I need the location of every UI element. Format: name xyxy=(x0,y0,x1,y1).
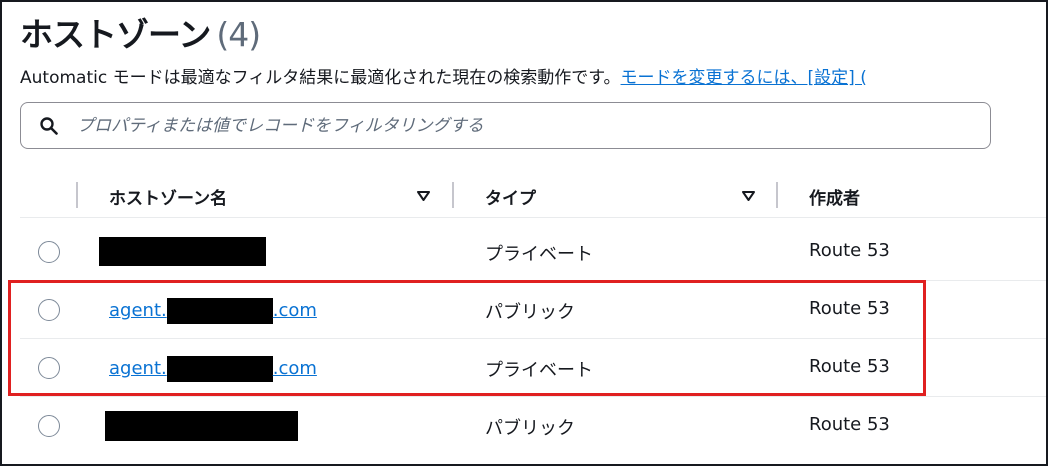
table-row[interactable]: プライベート Route 53 xyxy=(20,223,1046,281)
zone-creator: Route 53 xyxy=(809,240,890,261)
filter-search-box[interactable] xyxy=(20,102,991,149)
sort-descending-icon[interactable] xyxy=(416,189,431,203)
column-divider[interactable] xyxy=(452,182,454,208)
column-header-creator[interactable]: 作成者 xyxy=(809,184,860,209)
search-mode-description: Automatic モードは最適なフィルタ結果に最適化された現在の検索動作です。… xyxy=(20,63,867,88)
table-row[interactable]: パブリック Route 53 xyxy=(20,397,1046,455)
search-icon xyxy=(40,117,58,135)
search-input[interactable] xyxy=(77,112,957,140)
column-divider[interactable] xyxy=(776,182,778,208)
redacted-zone-name xyxy=(105,411,298,441)
page-frame: ホストゾーン (4) Automatic モードは最適なフィルタ結果に最適化された… xyxy=(0,0,1048,466)
row-select-radio[interactable] xyxy=(38,241,60,263)
row-select-radio[interactable] xyxy=(38,415,60,437)
table-header: ホストゾーン名 タイプ 作成者 xyxy=(20,172,1046,218)
title-text: ホストゾーン xyxy=(20,15,211,54)
redacted-zone-name xyxy=(99,237,266,266)
column-header-type[interactable]: タイプ xyxy=(485,184,536,209)
highlight-box xyxy=(8,280,926,396)
change-mode-link[interactable]: モードを変更するには、[設定] ( xyxy=(621,68,867,88)
column-header-zone-name[interactable]: ホストゾーン名 xyxy=(109,184,227,209)
zone-type: パブリック xyxy=(485,418,575,439)
page-title: ホストゾーン (4) xyxy=(20,8,261,56)
column-divider xyxy=(76,182,78,208)
zone-type: プライベート xyxy=(485,244,593,265)
description-text: Automatic モードは最適なフィルタ結果に最適化された現在の検索動作です。 xyxy=(20,68,621,88)
zone-creator: Route 53 xyxy=(809,414,890,435)
sort-descending-icon[interactable] xyxy=(741,189,756,203)
zone-count: (4) xyxy=(216,15,261,54)
